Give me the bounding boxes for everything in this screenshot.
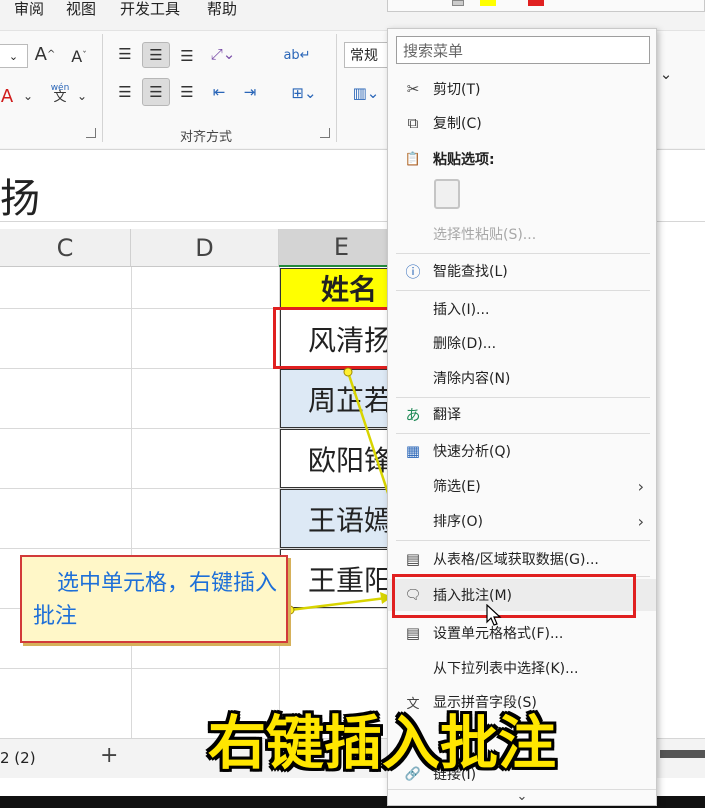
instruction-callout: 选中单元格，右键插入批注 — [20, 555, 288, 643]
arrow-line — [289, 596, 387, 612]
menu-item-label: 复制(C) — [433, 116, 482, 132]
insert-comment-highlight — [392, 574, 636, 618]
menu-scroll-more-button[interactable]: ⌄ — [388, 789, 656, 805]
menu-item-label: 删除(D)... — [433, 336, 497, 352]
mouse-cursor-icon — [486, 604, 502, 626]
menu-item-label: 清除内容(N) — [433, 371, 511, 387]
horizontal-scrollbar[interactable] — [660, 750, 705, 758]
menu-item-translate[interactable]: あ 翻译 — [388, 398, 656, 430]
paste-icon: 📋 — [404, 151, 422, 167]
menu-item-label: 选择性粘贴(S)... — [433, 227, 537, 243]
menu-item-filter[interactable]: 筛选(E) › — [388, 470, 656, 502]
copy-icon: ⧉ — [407, 114, 419, 132]
menu-item-label: 插入(I)... — [433, 302, 490, 318]
menu-item-copy[interactable]: ⧉ 复制(C) — [388, 107, 656, 139]
menu-item-clear-contents[interactable]: 清除内容(N) — [388, 362, 656, 394]
menu-separator — [396, 540, 650, 541]
get-data-icon: ▤ — [405, 550, 421, 568]
font-color-icon[interactable] — [528, 0, 544, 6]
sheet-tab[interactable]: 2 (2) — [0, 749, 36, 767]
menu-item-label: 智能查找(L) — [433, 264, 508, 280]
video-caption: 右键插入批注 — [208, 709, 557, 777]
menu-item-quick-analysis[interactable]: ▦ 快速分析(Q) — [388, 435, 656, 467]
menu-item-label: 快速分析(Q) — [433, 444, 511, 460]
menu-separator — [396, 253, 650, 254]
menu-item-paste-options: 📋 粘贴选项: — [388, 143, 656, 175]
menu-item-insert[interactable]: 插入(I)... — [388, 293, 656, 325]
menu-separator — [396, 433, 650, 434]
quick-analysis-icon: ▦ — [405, 442, 421, 460]
translate-icon: あ — [405, 405, 421, 424]
callout-text: 选中单元格，右键插入批注 — [33, 571, 278, 629]
paste-icon[interactable] — [434, 179, 460, 209]
menu-item-label: 从下拉列表中选择(K)... — [433, 661, 579, 677]
menu-item-label: 粘贴选项: — [433, 152, 495, 168]
menu-item-label: 筛选(E) — [433, 479, 481, 495]
arrow-dot — [343, 367, 353, 377]
menu-item-label: 剪切(T) — [433, 82, 481, 98]
menu-search-placeholder: 搜索菜单 — [403, 41, 464, 60]
menu-item-format-cells[interactable]: ▤ 设置单元格格式(F)... — [388, 617, 656, 649]
add-sheet-button[interactable]: + — [100, 743, 118, 768]
scissors-icon: ✂ — [406, 80, 420, 98]
mini-toolbar — [387, 0, 705, 12]
chevron-right-icon: › — [637, 511, 644, 531]
chevron-right-icon: › — [637, 476, 644, 496]
format-cells-icon: ▤ — [405, 624, 421, 642]
menu-item-pick-from-list[interactable]: 从下拉列表中选择(K)... — [388, 652, 656, 684]
menu-item-smart-lookup[interactable]: ⓘ 智能查找(L) — [388, 255, 656, 287]
menu-item-label: 排序(O) — [433, 514, 483, 530]
menu-search-input[interactable]: 搜索菜单 — [396, 36, 650, 64]
menu-item-sort[interactable]: 排序(O) › — [388, 505, 656, 537]
menu-item-cut[interactable]: ✂ 剪切(T) — [388, 73, 656, 105]
highlight-color-icon[interactable] — [480, 0, 496, 6]
menu-item-get-data[interactable]: ▤ 从表格/区域获取数据(G)... — [388, 543, 656, 575]
menu-separator — [396, 290, 650, 291]
menu-item-label: 从表格/区域获取数据(G)... — [433, 552, 599, 568]
smart-lookup-icon: ⓘ — [405, 262, 421, 281]
menu-item-label: 翻译 — [433, 407, 461, 423]
mini-toolbar-button[interactable] — [452, 0, 464, 6]
menu-item-delete[interactable]: 删除(D)... — [388, 327, 656, 359]
context-menu: 搜索菜单 ✂ 剪切(T) ⧉ 复制(C) 📋 粘贴选项: 选择性粘贴(S)...… — [387, 28, 657, 806]
menu-item-paste-special: 选择性粘贴(S)... — [388, 218, 656, 250]
